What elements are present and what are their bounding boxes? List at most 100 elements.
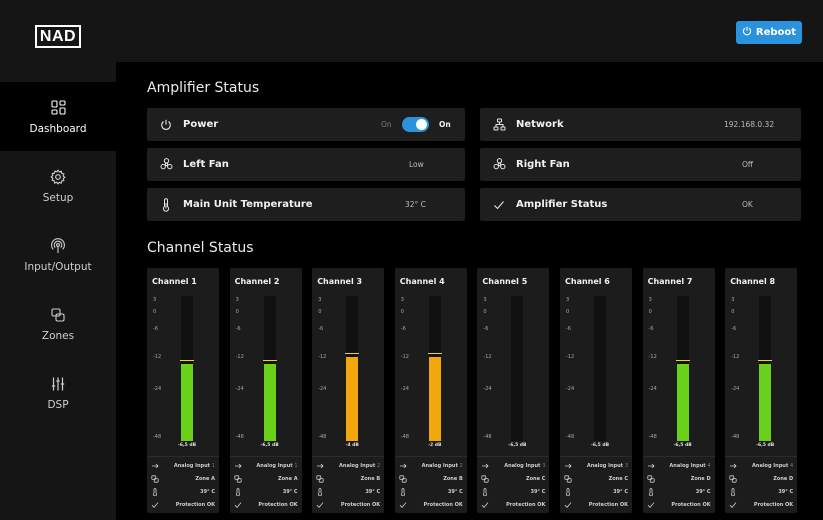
channel-info-row: Analog Input 1 <box>234 460 298 471</box>
sidebar-item-input-output[interactable]: Input/Output <box>0 220 116 289</box>
channel-info-row: 39° C <box>151 486 215 497</box>
peak-indicator <box>180 360 194 361</box>
scale-tick: -48 <box>731 434 740 440</box>
scale-tick: -6 <box>566 326 571 332</box>
channel-temperature: 39° C <box>447 488 463 495</box>
scale-tick: -12 <box>648 354 657 360</box>
channel-title: Channel 5 <box>482 277 528 286</box>
input-name: Analog Input <box>173 462 211 469</box>
arrow-right-icon <box>316 462 324 470</box>
network-label: Network <box>516 119 564 130</box>
power-toggle[interactable] <box>402 117 429 132</box>
arrow-right-icon <box>564 462 572 470</box>
scale-tick: 3 <box>235 297 239 303</box>
sidebar-item-dsp[interactable]: DSP <box>0 358 116 427</box>
channel-info-row: Zone B <box>399 473 463 484</box>
scale-tick: -24 <box>566 386 575 392</box>
scale-tick: -12 <box>566 354 575 360</box>
channel-title: Channel 2 <box>234 277 280 286</box>
arrow-right-icon <box>399 462 407 470</box>
channel-temperature: 39° C <box>613 488 628 495</box>
channel-card: Channel 6 3 0 -6 -12 -24 -48 -6,5 dB Analog Inpu… <box>560 268 632 513</box>
channel-card: Channel 2 3 0 -6 -12 -24 -48 -6,5 dB Analog Inpu… <box>229 268 302 513</box>
channel-card: Channel 3 3 0 -6 -12 -24 -48 -4 dB Analog Input … <box>312 268 385 513</box>
channel-info-row: 39° C <box>647 486 711 497</box>
level-meter-fill <box>676 364 689 441</box>
left-fan-value: Low <box>409 160 424 169</box>
thermometer-icon <box>159 197 173 212</box>
sidebar-item-label: Dashboard <box>29 122 87 135</box>
input-number: 2 <box>377 462 381 469</box>
reboot-button[interactable]: Reboot <box>736 21 802 44</box>
channel-info-row: Protection OK <box>647 499 711 510</box>
divider <box>725 456 798 457</box>
power-icon <box>159 118 173 132</box>
channel-status-title: Channel Status <box>147 240 254 256</box>
right-fan-value: Off <box>742 160 754 169</box>
channel-title: Channel 3 <box>317 277 363 286</box>
channel-temperature: 39° C <box>778 488 794 495</box>
channel-temperature: 39° C <box>282 488 298 495</box>
channel-info-row: Protection OK <box>399 499 463 510</box>
amplifier-status-card: Amplifier Status OK <box>480 188 801 221</box>
arrow-right-icon <box>647 462 655 470</box>
temperature-label: Main Unit Temperature <box>183 199 313 210</box>
channel-info-row: Protection OK <box>564 499 628 510</box>
input-source: Analog Input 4 <box>669 463 710 469</box>
db-readout: -6,5 dB <box>177 443 197 448</box>
sidebar-item-zones[interactable]: Zones <box>0 289 116 358</box>
scale-tick: -12 <box>483 354 492 360</box>
check-icon <box>151 501 159 509</box>
scale-tick: 0 <box>400 309 404 315</box>
scale-tick: -6 <box>318 326 324 332</box>
input-name: Analog Input <box>504 462 541 469</box>
channel-title: Channel 4 <box>399 277 445 286</box>
scale-tick: -6 <box>731 326 737 332</box>
scale-tick: 3 <box>566 297 570 303</box>
scale-tick: -24 <box>731 386 740 392</box>
zones-icon <box>151 474 159 483</box>
thermometer-icon <box>151 487 159 496</box>
channel-info-row: 39° C <box>729 486 793 497</box>
amplifier-status-value: OK <box>742 200 753 209</box>
arrow-right-icon <box>729 462 737 470</box>
sidebar: NAD Dashboard Setup Input/Output Zones D… <box>0 0 116 520</box>
peak-indicator <box>675 360 690 361</box>
scale-tick: 3 <box>153 297 157 303</box>
scale-tick: 3 <box>400 297 404 303</box>
top-bar: Reboot <box>116 0 823 62</box>
temperature-value: 32° C <box>405 200 426 209</box>
left-fan-label: Left Fan <box>183 159 229 170</box>
peak-indicator <box>262 360 277 361</box>
network-card: Network 192.168.0.32 <box>480 108 801 141</box>
input-source: Analog Input 2 <box>422 463 463 469</box>
fan-icon <box>492 158 506 172</box>
level-meter-fill <box>263 364 276 441</box>
scale-tick: -6 <box>648 326 654 332</box>
channel-info-row: 39° C <box>234 486 298 497</box>
zone-value: Zone B <box>443 475 463 482</box>
channel-info-row: 39° C <box>316 486 380 497</box>
input-number: 1 <box>211 462 215 469</box>
check-icon <box>729 501 737 509</box>
channel-temperature: 39° C <box>695 488 711 495</box>
scale-tick: -48 <box>318 434 327 440</box>
scale-tick: -48 <box>235 434 244 440</box>
divider <box>642 456 715 457</box>
channel-temperature: 39° C <box>200 488 215 495</box>
sidebar-item-dashboard[interactable]: Dashboard <box>0 82 116 151</box>
zones-icon <box>49 306 67 324</box>
protection-status: Protection OK <box>258 501 298 508</box>
input-number: 3 <box>624 462 628 469</box>
left-fan-card: Left Fan Low <box>147 148 465 181</box>
thermometer-icon <box>234 487 242 496</box>
protection-status: Protection OK <box>175 501 215 508</box>
input-name: Analog Input <box>669 462 706 469</box>
channel-title: Channel 1 <box>152 277 197 286</box>
scale-tick: 0 <box>648 309 652 315</box>
level-meter-fill <box>428 357 441 441</box>
scale-tick: -12 <box>400 354 409 360</box>
thermometer-icon <box>316 487 324 496</box>
channel-info-row: Zone A <box>151 473 215 484</box>
sidebar-item-setup[interactable]: Setup <box>0 151 116 220</box>
